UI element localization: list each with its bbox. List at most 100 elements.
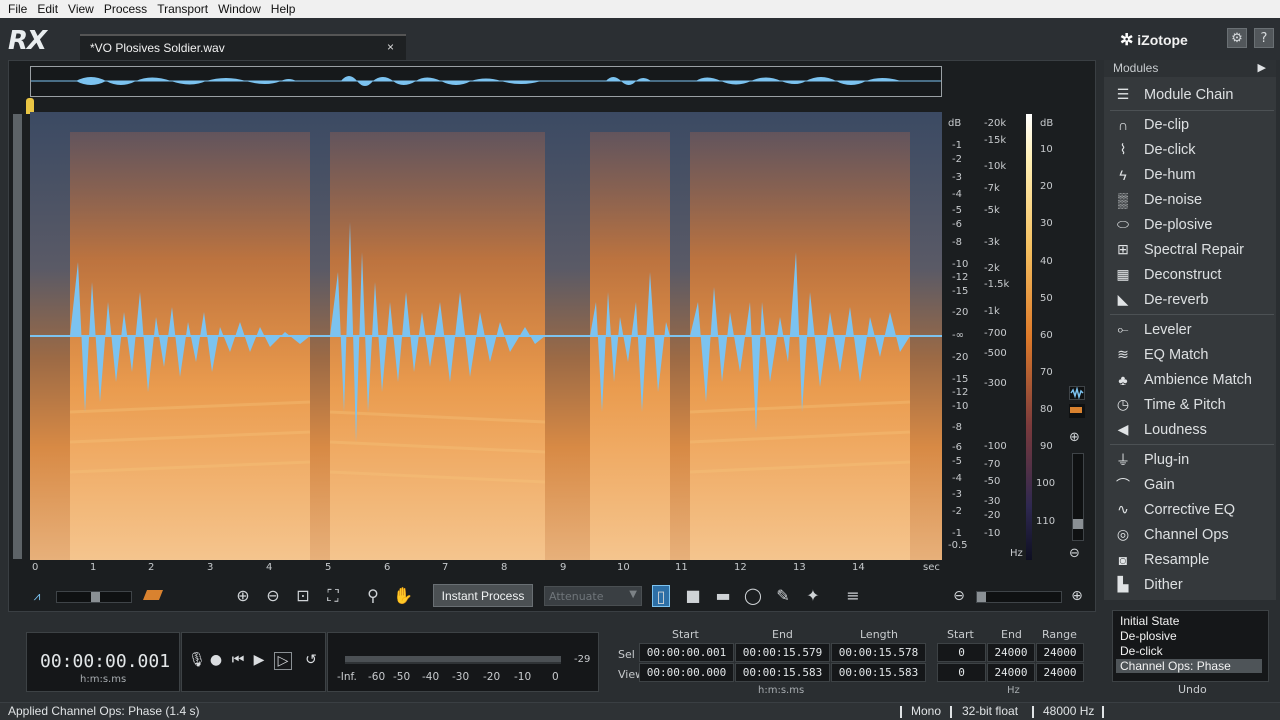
zoom-out-vertical-icon[interactable]: ⊖ [1069,546,1085,561]
module-dither[interactable]: ▙ Dither [1110,572,1274,597]
sel-header-start: Start [672,628,699,641]
zoom-tool-icon[interactable]: ⚲ [362,585,384,607]
harmonic-select-icon[interactable]: ≡ [842,585,864,607]
colorbar-label: 20 [1040,181,1053,192]
play-button[interactable]: ▶ [250,652,268,668]
undo-item[interactable]: De-plosive [1120,629,1177,643]
status-separator [950,706,952,718]
record-button[interactable]: ● [207,652,225,668]
settings-gear-icon[interactable]: ⚙ [1227,28,1247,48]
instant-process-button[interactable]: Instant Process [433,584,533,607]
freq-sel-range-field[interactable]: 24000 [1036,643,1084,662]
module-channel-ops[interactable]: ◎ Channel Ops [1110,522,1274,547]
horizontal-zoom-slider[interactable] [976,591,1062,603]
module-plugin[interactable]: ⏚ Plug-in [1110,447,1274,472]
zoom-fit-icon[interactable]: ⛶ [322,585,344,607]
module-declip[interactable]: ∩ De-clip [1110,112,1274,137]
zoom-out-icon[interactable]: ⊖ [262,585,284,607]
menu-process[interactable]: Process [100,2,151,16]
module-ambience-match[interactable]: ♣ Ambience Match [1110,367,1274,392]
expand-arrow-icon[interactable]: ▶ [1258,60,1266,77]
meter-scale-label: -10 [514,671,532,683]
vertical-zoom-thumb[interactable] [1073,519,1083,529]
spectrogram-view-icon[interactable] [1069,404,1085,418]
vertical-scrollbar[interactable] [13,114,22,559]
waveform-overview[interactable] [30,66,942,97]
spectrogram-toggle-icon[interactable] [142,585,164,607]
view-end-field[interactable]: 00:00:15.583 [735,663,830,682]
module-leveler[interactable]: ⟜ Leveler [1110,317,1274,342]
menu-edit[interactable]: Edit [33,2,62,16]
time-select-tool-icon[interactable]: ▯ [652,585,670,607]
module-dehum[interactable]: ϟ De-hum [1110,162,1274,187]
freq-header-range: Range [1042,628,1077,641]
module-corrective-eq[interactable]: ∿ Corrective EQ [1110,497,1274,522]
zoom-out-horizontal-icon[interactable]: ⊖ [948,585,970,607]
module-time-pitch[interactable]: ◷ Time & Pitch [1110,392,1274,417]
menu-view[interactable]: View [64,2,98,16]
rewind-button[interactable]: ⏮ [229,652,247,668]
menu-help[interactable]: Help [267,2,300,16]
db-label: -4 [952,189,962,200]
db-label: -15 [952,374,969,385]
horizontal-zoom-thumb[interactable] [977,592,986,602]
module-gain[interactable]: ⌒ Gain [1110,472,1274,497]
zoom-in-horizontal-icon[interactable]: ⊕ [1066,585,1088,607]
menu-file[interactable]: File [4,2,31,16]
sel-length-field[interactable]: 00:00:15.578 [831,643,926,662]
view-start-field[interactable]: 00:00:00.000 [639,663,734,682]
vertical-zoom-slider[interactable] [1072,453,1084,541]
waveform-view-icon[interactable] [1069,386,1085,400]
waveform-toggle-icon[interactable]: ⩘ [26,585,48,607]
module-deconstruct[interactable]: ▦ Deconstruct [1110,262,1274,287]
module-declick[interactable]: ⌇ De-click [1110,137,1274,162]
status-separator [1102,706,1104,718]
sel-start-field[interactable]: 00:00:00.001 [639,643,734,662]
module-resample[interactable]: ◙ Resample [1110,547,1274,572]
file-tab[interactable]: *VO Plosives Soldier.wav × [80,34,406,60]
hz-label: -100 [984,441,1007,452]
brush-tool-icon[interactable]: ✎ [772,585,794,607]
hand-tool-icon[interactable]: ✋ [392,585,414,607]
help-button[interactable]: ? [1254,28,1274,48]
undo-item[interactable]: De-click [1120,644,1163,658]
time-freq-select-tool-icon[interactable]: ▬ [712,585,734,607]
eq-icon: ∿ [1117,501,1129,517]
microphone-icon[interactable]: 🎙 [188,652,206,668]
time-tick: 14 [852,562,865,573]
module-dereverb[interactable]: ◣ De-reverb [1110,287,1274,312]
freq-sel-end-field[interactable]: 24000 [987,643,1035,662]
freq-view-start-field[interactable]: 0 [937,663,986,682]
undo-item-selected[interactable]: Channel Ops: Phase [1116,659,1262,673]
freq-view-end-field[interactable]: 24000 [987,663,1035,682]
freq-view-range-field[interactable]: 24000 [1036,663,1084,682]
module-eq-match[interactable]: ≋ EQ Match [1110,342,1274,367]
magic-wand-icon[interactable]: ✦ [802,585,824,607]
menu-window[interactable]: Window [214,2,265,16]
undo-item[interactable]: Initial State [1120,614,1179,628]
freq-sel-start-field[interactable]: 0 [937,643,986,662]
spectrogram-blend-slider[interactable] [56,591,132,603]
zoom-in-icon[interactable]: ⊕ [232,585,254,607]
module-denoise[interactable]: ▒ De-noise [1110,187,1274,212]
lasso-tool-icon[interactable]: ◯ [742,585,764,607]
loop-button[interactable]: ↺ [302,652,320,668]
spectrogram-view[interactable] [30,112,942,560]
module-chain-item[interactable]: ☰ Module Chain [1110,82,1274,107]
module-deplosive[interactable]: ⬭ De-plosive [1110,212,1274,237]
hz-label: -500 [984,348,1007,359]
module-loudness[interactable]: ◀ Loudness [1110,417,1274,442]
menu-transport[interactable]: Transport [153,2,212,16]
sel-end-field[interactable]: 00:00:15.579 [735,643,830,662]
view-length-field[interactable]: 00:00:15.583 [831,663,926,682]
blend-slider-thumb[interactable] [91,592,100,602]
close-tab-icon[interactable]: × [387,40,394,54]
play-selection-button[interactable]: ▷ [274,652,292,670]
module-spectral-repair[interactable]: ⊞ Spectral Repair [1110,237,1274,262]
zoom-in-vertical-icon[interactable]: ⊕ [1069,430,1085,445]
instant-process-mode-select[interactable]: Attenuate ▼ [544,586,642,606]
modules-header[interactable]: Modules ▶ [1104,60,1276,77]
colorbar-label: 80 [1040,404,1053,415]
zoom-selection-icon[interactable]: ⊡ [292,585,314,607]
freq-select-tool-icon[interactable]: ■ [682,585,704,607]
